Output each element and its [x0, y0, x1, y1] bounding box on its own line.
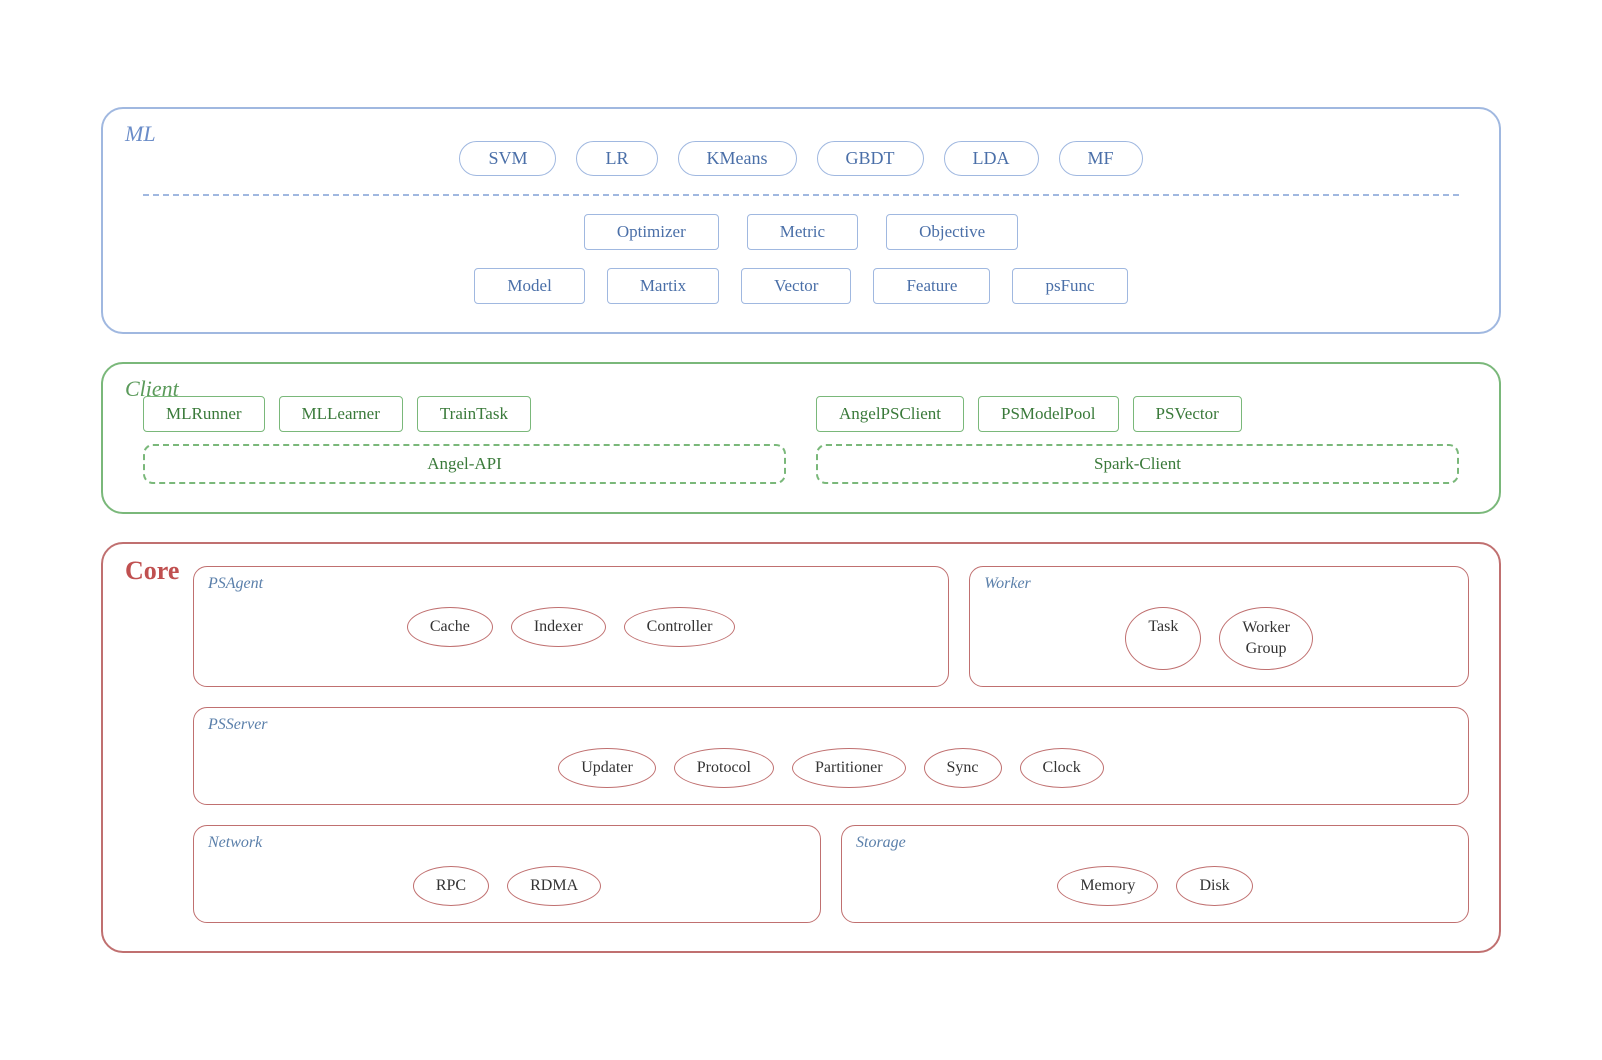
ml-box-optimizer: Optimizer	[584, 214, 719, 250]
storage-memory: Memory	[1057, 866, 1158, 906]
psserver-updater: Updater	[558, 748, 656, 788]
client-section: Client MLRunner MLLearner TrainTask Ange…	[101, 362, 1501, 514]
psserver-sync: Sync	[924, 748, 1002, 788]
psserver-protocol: Protocol	[674, 748, 774, 788]
ml-pill-mf: MF	[1059, 141, 1143, 176]
worker-items: Task WorkerGroup	[988, 607, 1450, 671]
ml-bottom-row: Model Martix Vector Feature psFunc	[143, 268, 1459, 304]
client-spark-client: Spark-Client	[816, 444, 1459, 484]
ml-box-vector: Vector	[741, 268, 851, 304]
client-label: Client	[125, 376, 179, 402]
client-left-boxes: MLRunner MLLearner TrainTask	[143, 396, 786, 432]
core-section: Core PSAgent Cache Indexer Controller Wo…	[101, 542, 1501, 954]
psagent-label: PSAgent	[208, 575, 263, 593]
network-section: Network RPC RDMA	[193, 825, 821, 923]
worker-section: Worker Task WorkerGroup	[969, 566, 1469, 688]
core-label: Core	[125, 556, 179, 586]
ml-box-metric: Metric	[747, 214, 858, 250]
ml-mid-row: Optimizer Metric Objective	[143, 214, 1459, 250]
client-box-traintask: TrainTask	[417, 396, 531, 432]
ml-pill-lda: LDA	[944, 141, 1039, 176]
client-right-boxes: AngelPSClient PSModelPool PSVector	[816, 396, 1459, 432]
core-top-row: PSAgent Cache Indexer Controller Worker …	[193, 566, 1469, 688]
client-left-group: MLRunner MLLearner TrainTask Angel-API	[143, 396, 786, 484]
client-right-group: AngelPSClient PSModelPool PSVector Spark…	[816, 396, 1459, 484]
psserver-label: PSServer	[208, 716, 268, 734]
ml-pill-gbdt: GBDT	[817, 141, 924, 176]
psagent-section: PSAgent Cache Indexer Controller	[193, 566, 949, 688]
client-box-psvector: PSVector	[1133, 396, 1242, 432]
psagent-items: Cache Indexer Controller	[212, 607, 930, 647]
storage-disk: Disk	[1176, 866, 1252, 906]
storage-label: Storage	[856, 834, 906, 852]
ml-box-martix: Martix	[607, 268, 719, 304]
ml-box-psfunc: psFunc	[1012, 268, 1127, 304]
psserver-section: PSServer Updater Protocol Partitioner Sy…	[193, 707, 1469, 805]
psagent-indexer: Indexer	[511, 607, 606, 647]
ml-box-feature: Feature	[873, 268, 990, 304]
psserver-items: Updater Protocol Partitioner Sync Clock	[212, 748, 1450, 788]
psserver-clock: Clock	[1020, 748, 1104, 788]
storage-section: Storage Memory Disk	[841, 825, 1469, 923]
client-inner: MLRunner MLLearner TrainTask Angel-API A…	[143, 396, 1459, 484]
client-box-angelpsclient: AngelPSClient	[816, 396, 964, 432]
ml-pill-kmeans: KMeans	[678, 141, 797, 176]
ml-section: ML SVM LR KMeans GBDT LDA MF Optimizer M…	[101, 107, 1501, 334]
ml-top-row: SVM LR KMeans GBDT LDA MF	[143, 141, 1459, 176]
psagent-controller: Controller	[624, 607, 736, 647]
ml-label: ML	[125, 121, 156, 147]
storage-items: Memory Disk	[860, 866, 1450, 906]
network-rdma: RDMA	[507, 866, 601, 906]
network-rpc: RPC	[413, 866, 489, 906]
client-angel-api: Angel-API	[143, 444, 786, 484]
network-label: Network	[208, 834, 262, 852]
ml-pill-svm: SVM	[459, 141, 556, 176]
psserver-partitioner: Partitioner	[792, 748, 906, 788]
architecture-diagram: ML SVM LR KMeans GBDT LDA MF Optimizer M…	[101, 107, 1501, 954]
ml-pill-lr: LR	[576, 141, 657, 176]
worker-group: WorkerGroup	[1219, 607, 1313, 671]
psagent-cache: Cache	[407, 607, 493, 647]
network-items: RPC RDMA	[212, 866, 802, 906]
ml-box-objective: Objective	[886, 214, 1018, 250]
ml-divider	[143, 194, 1459, 196]
worker-label: Worker	[984, 575, 1031, 593]
core-inner: PSAgent Cache Indexer Controller Worker …	[193, 566, 1469, 924]
client-box-psmodelpool: PSModelPool	[978, 396, 1118, 432]
client-box-mllearner: MLLearner	[279, 396, 403, 432]
ml-box-model: Model	[474, 268, 584, 304]
worker-task: Task	[1125, 607, 1201, 671]
core-bottom-row: Network RPC RDMA Storage Memory Disk	[193, 825, 1469, 923]
